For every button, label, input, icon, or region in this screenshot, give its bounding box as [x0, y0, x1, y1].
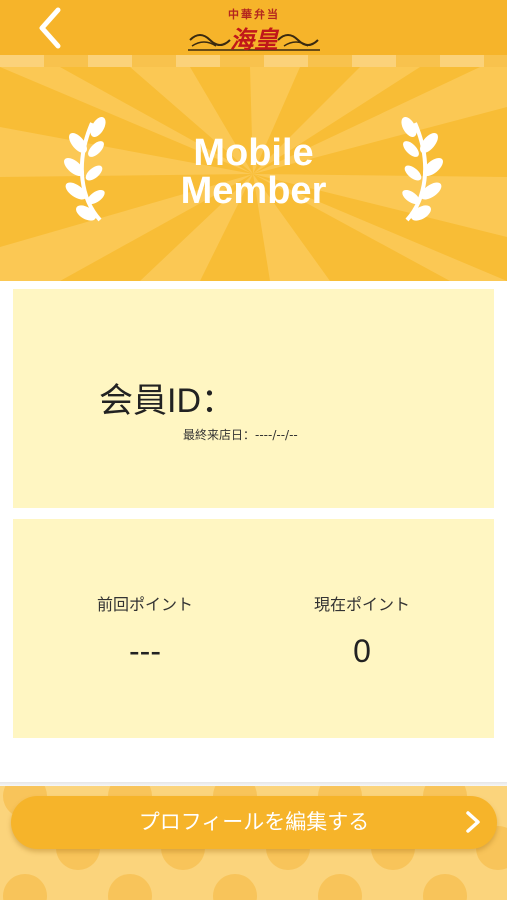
- brand-logo: 中華弁当 海皇: [188, 4, 320, 54]
- header-stripe: [0, 55, 507, 67]
- current-points-label: 現在ポイント: [313, 595, 410, 614]
- logo-title: 海皇: [230, 25, 278, 54]
- member-banner: Mobile Member: [0, 67, 507, 281]
- chevron-right-icon: [466, 811, 480, 833]
- points-panel: 前回ポイント --- 現在ポイント 0: [13, 519, 494, 738]
- edit-profile-label: プロフィールを編集する: [138, 810, 370, 834]
- previous-points: 前回ポイント ---: [45, 591, 245, 670]
- banner-title-line1: Mobile: [193, 132, 314, 174]
- member-id-label: 会員ID：: [99, 382, 235, 420]
- footer: プロフィールを編集する: [0, 786, 507, 900]
- banner-title-line2: Member: [180, 170, 327, 212]
- mobile-member-screen: 中華弁当 海皇 Mobile Member 会員ID： 最終来店日：----/-…: [0, 0, 507, 900]
- current-points-value: 0: [353, 633, 371, 669]
- back-button[interactable]: [28, 6, 72, 50]
- banner-title: Mobile Member: [0, 134, 507, 210]
- member-id-panel: 会員ID： 最終来店日：----/--/--: [13, 289, 494, 508]
- previous-points-value: ---: [129, 633, 161, 669]
- last-visit-date: 最終来店日：----/--/--: [183, 428, 298, 442]
- chevron-left-icon: [39, 7, 61, 49]
- previous-points-label: 前回ポイント: [96, 595, 193, 614]
- current-points: 現在ポイント 0: [262, 591, 462, 670]
- edit-profile-button[interactable]: プロフィールを編集する: [11, 796, 497, 849]
- app-header: 中華弁当 海皇: [0, 0, 507, 55]
